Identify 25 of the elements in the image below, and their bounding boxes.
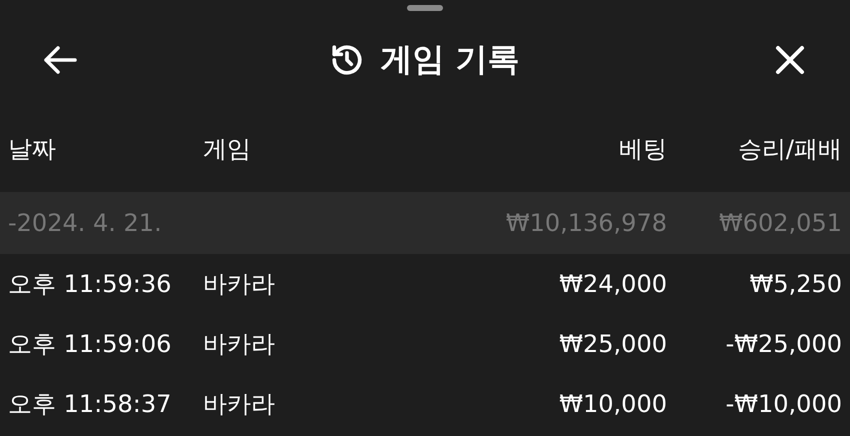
game-cell-text: 바카라 <box>203 389 276 420</box>
bet-cell-text: ₩10,000 <box>558 390 667 418</box>
date-group-row[interactable]: -2024. 4. 21. ₩10,136,978 ₩602,051 <box>0 192 850 254</box>
bet-cell-text: ₩24,000 <box>558 270 667 298</box>
window-title: 게임 기록 <box>380 39 520 80</box>
drag-handle[interactable] <box>407 5 443 11</box>
result-cell-text: -₩25,000 <box>724 330 842 358</box>
column-header: 승리/패배 <box>736 134 842 165</box>
bet-cell-text: ₩25,000 <box>558 330 667 358</box>
column-header: 베팅 <box>618 134 667 165</box>
column-header: 날짜 <box>8 134 57 165</box>
result-total-cell-text: ₩602,051 <box>718 209 842 237</box>
game-cell-text: 바카라 <box>203 329 276 360</box>
close-icon <box>774 45 805 75</box>
history-icon <box>330 43 364 77</box>
column-header: 게임 <box>203 134 252 165</box>
bet-total-cell-text: ₩10,136,978 <box>504 209 667 237</box>
time-cell-text: 오후 11:58:37 <box>8 389 172 420</box>
time-cell-text: 오후 11:59:36 <box>8 269 172 300</box>
game-cell-text: 바카라 <box>203 269 276 300</box>
result-cell-text: -₩10,000 <box>724 390 842 418</box>
back-arrow-icon <box>43 45 77 75</box>
date-cell-text: -2024. 4. 21. <box>8 209 163 237</box>
time-cell-text: 오후 11:59:06 <box>8 329 172 360</box>
result-cell-text: ₩5,250 <box>748 270 842 298</box>
